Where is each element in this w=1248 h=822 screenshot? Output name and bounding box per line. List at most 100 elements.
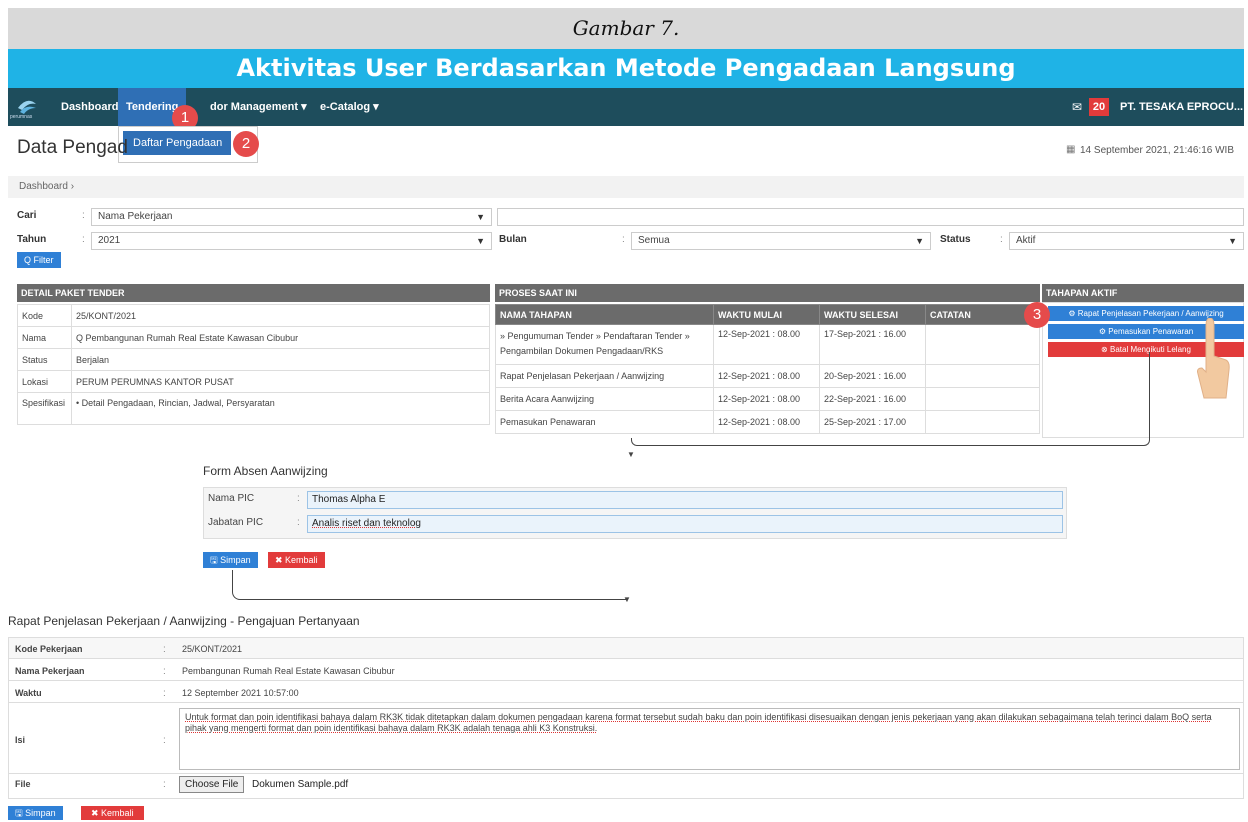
separator: : [297, 517, 300, 528]
nama-pic-input[interactable]: Thomas Alpha E [307, 491, 1063, 509]
rapat-kembali-button[interactable]: ✖ Kembali [81, 806, 144, 820]
detail-table: Kode 25/KONT/2021 Nama Q Pembangunan Rumah… [17, 304, 490, 425]
top-navbar: perumnas Dashboard Tendering dor Managem… [8, 88, 1244, 131]
btn-batal-label: Batal Mengikuti Lelang [1109, 345, 1191, 354]
step-badge-3: 3 [1024, 302, 1050, 328]
btn-rapat-label: Rapat Penjelasan Pekerjaan / Aanwijzing [1077, 309, 1224, 318]
figure-caption: Gambar 7. [8, 8, 1244, 49]
separator: : [297, 493, 300, 504]
tahapan-name-link[interactable]: » Pengumuman Tender » Pendaftaran Tender… [495, 324, 714, 365]
nama-pic-label: Nama PIC [208, 493, 255, 504]
catatan [925, 324, 1040, 365]
kembali-label: Kembali [101, 808, 134, 818]
calendar-icon: ▦ [1066, 144, 1076, 155]
arrow-down-icon: ▼ [627, 450, 635, 459]
chevron-down-icon: ▼ [915, 236, 924, 246]
logo-text: perumnas [10, 114, 33, 120]
detail-row: Nama Q Pembangunan Rumah Real Estate Kawa… [17, 326, 490, 349]
waktu-selesai: 20-Sep-2021 : 16.00 [819, 364, 926, 388]
col-nama-tahapan: NAMA TAHAPAN [495, 304, 714, 325]
separator: : [622, 234, 625, 245]
tahapan-name: Rapat Penjelasan Pekerjaan / Aanwijzing [495, 364, 714, 388]
absen-title: Form Absen Aanwijzing [203, 464, 328, 478]
catatan [925, 364, 1040, 388]
user-menu[interactable]: PT. TESAKA EPROCU... [1120, 88, 1243, 126]
tahun-select-value: 2021 [98, 235, 121, 246]
separator: : [163, 644, 166, 655]
nav-e-catalog[interactable]: e-Catalog ▾ [320, 88, 379, 126]
nav-dashboard[interactable]: Dashboard [61, 88, 118, 126]
separator: : [82, 234, 85, 245]
isi-label: Isi [15, 735, 26, 745]
detail-row: Lokasi PERUM PERUMNAS KANTOR PUSAT [17, 370, 490, 393]
rapat-simpan-button[interactable]: 🖫 Simpan [8, 806, 63, 820]
detail-row: Status Berjalan [17, 348, 490, 371]
cari-input[interactable] [497, 208, 1244, 226]
step-badge-2: 2 [233, 131, 259, 157]
separator: : [82, 210, 85, 221]
proses-heading: PROSES SAAT INI [495, 284, 1040, 302]
connector-line [232, 570, 627, 600]
kode-pekerjaan-value: 25/KONT/2021 [182, 644, 243, 654]
choose-file-button[interactable]: Choose File [179, 776, 245, 793]
col-waktu-mulai: WAKTU MULAI [713, 304, 820, 325]
table-row: Rapat Penjelasan Pekerjaan / Aanwijzing … [495, 364, 1040, 388]
waktu-value: 12 September 2021 10:57:00 [182, 688, 299, 698]
separator: : [163, 688, 166, 699]
waktu-mulai: 12-Sep-2021 : 08.00 [713, 410, 820, 434]
mail-icon[interactable]: ✉ [1072, 100, 1082, 114]
separator: : [163, 666, 166, 677]
col-catatan: CATATAN [925, 304, 1040, 325]
detail-row: Spesifikasi • Detail Pengadaan, Rincian, … [17, 392, 490, 425]
tahapan-heading: TAHAPAN AKTIF [1042, 284, 1244, 302]
proses-table: NAMA TAHAPAN WAKTU MULAI WAKTU SELESAI C… [495, 304, 1040, 434]
row-divider [9, 773, 1243, 774]
isi-textarea[interactable]: Untuk format dan poin identifikasi bahay… [179, 708, 1240, 770]
file-name: Dokumen Sample.pdf [252, 779, 349, 790]
tahapan-name: Berita Acara Aanwijzing [495, 387, 714, 411]
table-row: Pemasukan Penawaran 12-Sep-2021 : 08.00 … [495, 410, 1040, 434]
jabatan-pic-input[interactable]: Analis riset dan teknolog [307, 515, 1063, 533]
row-divider [9, 658, 1243, 659]
detail-value-nama-link[interactable]: Q Pembangunan Rumah Real Estate Kawasan … [71, 326, 490, 349]
tahun-select[interactable]: 2021 ▼ [91, 232, 492, 250]
detail-value-status: Berjalan [71, 348, 490, 371]
detail-label-nama: Nama [17, 326, 72, 349]
chevron-down-icon: ▼ [476, 236, 485, 246]
nama-pekerjaan-value: Pembangunan Rumah Real Estate Kawasan Ci… [182, 666, 395, 676]
catatan [925, 410, 1040, 434]
cari-label: Cari [17, 210, 37, 221]
kembali-label: Kembali [285, 555, 318, 565]
status-label: Status [940, 234, 971, 245]
arrow-right-icon: ▼ [623, 595, 631, 604]
status-select-value: Aktif [1016, 235, 1036, 246]
menu-item-daftar-pengadaan[interactable]: Daftar Pengadaan [123, 131, 231, 155]
nav-vendor-management[interactable]: dor Management ▾ [210, 88, 307, 126]
col-waktu-selesai: WAKTU SELESAI [819, 304, 926, 325]
detail-label-kode: Kode [17, 304, 72, 327]
detail-label-lokasi: Lokasi [17, 370, 72, 393]
separator: : [1000, 234, 1003, 245]
waktu-selesai: 22-Sep-2021 : 16.00 [819, 387, 926, 411]
btn-pemasukan-label: Pemasukan Penawaran [1108, 327, 1194, 336]
detail-value-lokasi: PERUM PERUMNAS KANTOR PUSAT [71, 370, 490, 393]
connector-line [1149, 352, 1150, 438]
detail-heading: DETAIL PAKET TENDER [17, 284, 490, 302]
detail-value-spesifikasi-link[interactable]: • Detail Pengadaan, Rincian, Jadwal, Per… [71, 392, 490, 425]
breadcrumb[interactable]: Dashboard › [8, 176, 1244, 198]
absen-simpan-button[interactable]: 🖫 Simpan [203, 552, 258, 568]
perumnas-logo[interactable]: perumnas [10, 94, 40, 122]
page-title: Data Pengad [17, 137, 128, 158]
status-select[interactable]: Aktif ▼ [1009, 232, 1244, 250]
hand-pointer-icon [1196, 317, 1230, 411]
page-heading: Aktivitas User Berdasarkan Metode Pengad… [8, 49, 1244, 88]
cari-select[interactable]: Nama Pekerjaan ▼ [91, 208, 492, 226]
bulan-select[interactable]: Semua ▼ [631, 232, 931, 250]
mail-count-badge: 20 [1089, 98, 1109, 116]
absen-kembali-button[interactable]: ✖ Kembali [268, 552, 325, 568]
detail-row: Kode 25/KONT/2021 [17, 304, 490, 327]
file-label: File [15, 779, 31, 789]
datetime: 14 September 2021, 21:46:16 WIB [1080, 145, 1234, 156]
filter-button[interactable]: Q Filter [17, 252, 61, 268]
detail-label-spesifikasi: Spesifikasi [17, 392, 72, 425]
